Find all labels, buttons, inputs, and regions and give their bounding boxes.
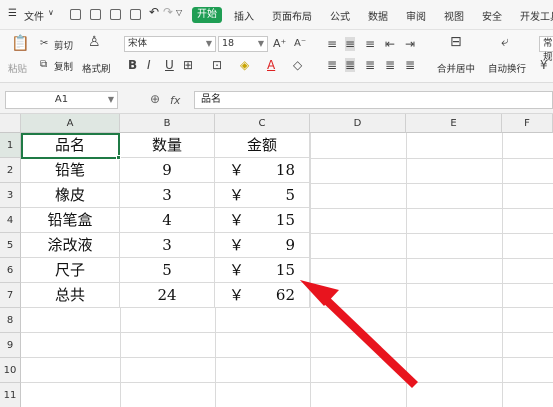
indent-decrease-icon[interactable]: ⇤ [385,37,395,51]
tab-data[interactable]: 数据 [368,8,388,23]
export-pdf-icon[interactable] [130,9,141,20]
justify-icon[interactable]: ≣ [385,58,395,72]
copy-icon[interactable]: ⧉ [40,58,47,72]
tab-formulas[interactable]: 公式 [330,8,350,23]
clear-format-icon[interactable]: ◇ [293,58,302,72]
tab-home[interactable]: 开始 [192,7,222,23]
italic-button[interactable]: I [147,58,151,72]
indent-increase-icon[interactable]: ⇥ [405,37,415,51]
save-icon[interactable] [70,9,81,20]
increase-font-icon[interactable]: A⁺ [273,37,286,51]
wrap-text-button[interactable]: 自动换行 [488,61,526,75]
name-box-value: A1 [54,94,69,105]
scissors-icon[interactable]: ✂ [40,37,48,51]
chevron-down-icon: ▼ [107,95,114,104]
redo-icon[interactable]: ↷ [163,5,173,19]
paste-icon[interactable]: 📋 [11,36,30,51]
align-right-icon[interactable]: ≣ [365,58,375,72]
align-left-icon[interactable]: ≣ [327,58,337,72]
formula-bar: A1 ▼ ⊕ fx 品名 [0,83,553,114]
font-size-select[interactable]: 18 ▼ [218,36,268,52]
align-top-icon[interactable]: ≡ [327,37,337,51]
bold-button[interactable]: B [128,58,137,72]
number-format-select[interactable]: 常规 [539,36,553,63]
tab-page-layout[interactable]: 页面布局 [272,8,312,23]
print-preview-icon[interactable] [110,9,121,20]
file-menu[interactable]: 文件 [24,8,44,23]
undo-icon[interactable]: ↶ [149,5,159,19]
copy-button[interactable]: 复制 [54,59,73,73]
tab-view[interactable]: 视图 [444,8,464,23]
print-icon[interactable] [90,9,101,20]
merge-center-button[interactable]: 合并居中 [437,61,475,75]
chevron-down-icon: ▼ [205,39,212,48]
underline-button[interactable]: U [165,58,174,72]
tab-developer[interactable]: 开发工具 [520,8,553,23]
chevron-down-icon[interactable]: ∨ [48,8,54,17]
font-size-value: 18 [222,38,235,49]
font-name-value: 宋体 [128,38,148,49]
borders-icon[interactable]: ⊞ [183,58,193,72]
chevron-down-icon: ▼ [257,39,264,48]
spreadsheet-grid: A B C D E F 1 2 3 4 5 6 7 8 9 10 11 品名 数… [0,114,553,407]
menu-icon[interactable]: ☰ [8,8,17,19]
format-painter-button[interactable]: 格式刷 [82,61,111,75]
distributed-icon[interactable]: ≣ [405,58,415,72]
format-painter-icon[interactable]: ♙ [88,35,101,49]
cell-style-icon[interactable]: ⊡ [212,58,222,72]
align-bottom-icon[interactable]: ≡ [365,37,375,51]
ribbon-toolbar: 📋 粘贴 ✂ 剪切 ⧉ 复制 ♙ 格式刷 宋体 ▼ 18 ▼ A⁺ A⁻ B I U… [0,30,553,83]
fx-icon[interactable]: fx [170,94,180,107]
tab-review[interactable]: 审阅 [406,8,426,23]
currency-icon[interactable]: ¥ [540,58,548,72]
chevron-down-icon[interactable]: ▽ [176,8,182,17]
merge-center-icon[interactable]: ⊟ [450,35,462,49]
wrap-text-icon[interactable]: ⤶ [501,35,509,49]
name-box[interactable]: A1 ▼ [5,91,118,109]
tab-insert[interactable]: 插入 [234,8,254,23]
annotation-arrow [300,280,418,388]
menu-bar: ☰ 文件 ∨ ↶ ↷ ▽ 开始 插入 页面布局 公式 数据 审阅 视图 安全 开… [0,0,553,30]
paste-button[interactable]: 粘贴 [8,61,27,75]
decrease-font-icon[interactable]: A⁻ [294,37,306,51]
font-color-icon[interactable]: A [267,58,275,72]
align-middle-icon[interactable]: ≡ [345,37,356,51]
formula-input[interactable]: 品名 [194,91,553,109]
fill-color-icon[interactable]: ◈ [240,58,249,72]
cut-button[interactable]: 剪切 [54,38,73,52]
zoom-icon[interactable]: ⊕ [150,92,160,106]
align-center-icon[interactable]: ≣ [345,58,356,72]
font-name-select[interactable]: 宋体 ▼ [124,36,216,52]
tab-security[interactable]: 安全 [482,8,502,23]
